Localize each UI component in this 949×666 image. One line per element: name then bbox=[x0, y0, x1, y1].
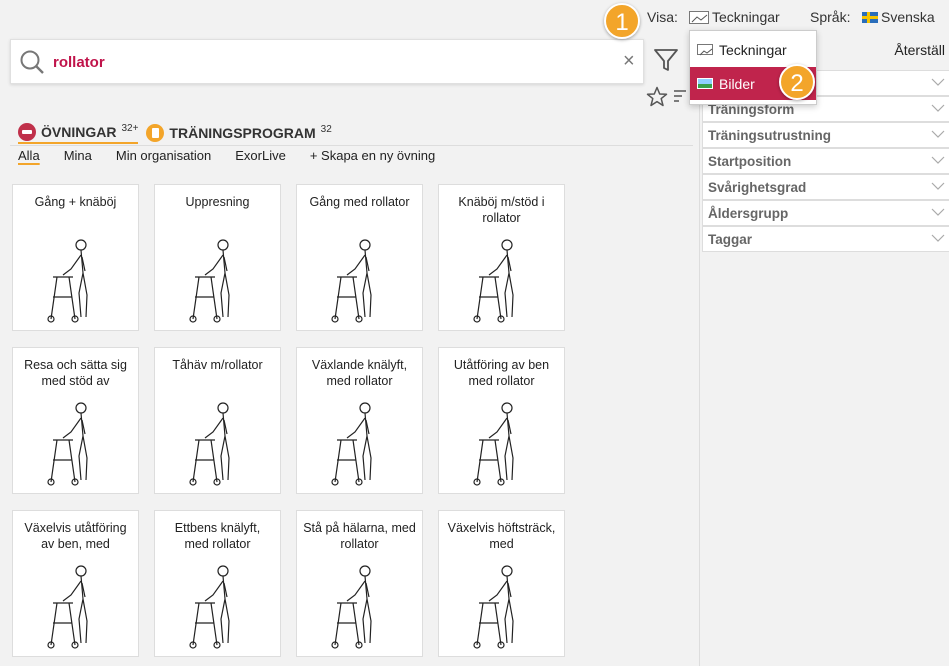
exercise-card-title: Uppresning bbox=[185, 195, 250, 209]
exercise-illustration bbox=[465, 235, 541, 325]
exercise-card[interactable]: Gång + knäböj bbox=[12, 184, 139, 331]
exercise-card-title: Gång + knäböj bbox=[34, 195, 117, 209]
filter-icon[interactable] bbox=[653, 47, 679, 78]
chevron-down-icon bbox=[931, 153, 945, 167]
language-label: Språk: bbox=[810, 9, 851, 25]
exercise-illustration bbox=[323, 398, 399, 488]
exercise-illustration bbox=[465, 561, 541, 651]
favorite-star-icon[interactable] bbox=[646, 86, 668, 113]
category-tabs: ÖVNINGAR 32+ TRÄNINGSPROGRAM 32 bbox=[18, 122, 332, 146]
exercise-card-title: Resa och sätta sig med stöd av bbox=[24, 358, 127, 388]
picture-icon bbox=[697, 78, 713, 89]
reset-filters-button[interactable]: Återställ bbox=[894, 42, 945, 58]
exercise-card[interactable]: Växelvis höftsträck, med bbox=[438, 510, 565, 657]
search-icon[interactable] bbox=[19, 49, 45, 80]
language-selector[interactable]: Svenska bbox=[862, 9, 935, 25]
chevron-down-icon bbox=[931, 205, 945, 219]
exercise-card[interactable]: Växlande knälyft, med rollator bbox=[296, 347, 423, 494]
tab-training-programs[interactable]: TRÄNINGSPROGRAM 32 bbox=[146, 122, 332, 144]
exercise-card[interactable]: Uppresning bbox=[154, 184, 281, 331]
filter-row-label: Träningsutrustning bbox=[708, 128, 831, 143]
tab-training-programs-label: TRÄNINGSPROGRAM bbox=[169, 125, 316, 141]
search-input[interactable] bbox=[53, 50, 613, 74]
exercise-illustration bbox=[181, 561, 257, 651]
view-label: Visa: bbox=[647, 9, 678, 25]
exercise-card[interactable]: Utåtföring av ben med rollator bbox=[438, 347, 565, 494]
exercise-illustration bbox=[181, 398, 257, 488]
drawing-icon bbox=[689, 10, 709, 24]
tab-training-programs-count: 32 bbox=[320, 123, 332, 135]
exercise-card[interactable]: Gång med rollator bbox=[296, 184, 423, 331]
tab-exercises[interactable]: ÖVNINGAR 32+ bbox=[18, 122, 139, 144]
document-icon bbox=[146, 124, 165, 142]
exercise-card-title: Stå på hälarna, med rollator bbox=[303, 521, 416, 551]
exercise-card-title: Växelvis utåtföring av ben, med bbox=[24, 521, 127, 551]
exercise-illustration bbox=[39, 398, 115, 488]
subtab-my-organisation[interactable]: Min organisation bbox=[116, 148, 211, 163]
filter-row-label: Åldersgrupp bbox=[708, 206, 789, 221]
filter-row-label: Startposition bbox=[708, 154, 792, 169]
exercise-card[interactable]: Knäböj m/stöd i rollator bbox=[438, 184, 565, 331]
exercise-card-title: Utåtföring av ben med rollator bbox=[453, 358, 550, 388]
filter-panel: Återställ Träningsform Träningsutrustning… bbox=[699, 34, 949, 666]
subtab-all[interactable]: Alla bbox=[18, 148, 40, 163]
filter-row[interactable]: Svårighetsgrad bbox=[702, 174, 949, 200]
subtab-exorlive[interactable]: ExorLive bbox=[235, 148, 286, 163]
exercise-card-title: Ettbens knälyft, med rollator bbox=[174, 521, 261, 551]
exercise-card[interactable]: Resa och sätta sig med stöd av bbox=[12, 347, 139, 494]
tabs-divider bbox=[10, 145, 693, 146]
view-selector[interactable]: Teckningar bbox=[689, 9, 780, 25]
exercise-illustration bbox=[323, 235, 399, 325]
chevron-down-icon bbox=[931, 127, 945, 141]
subtab-mine[interactable]: Mina bbox=[64, 148, 92, 163]
exercise-grid: Gång + knäböj Uppresning Gång med rollator… bbox=[12, 184, 565, 657]
exercise-card-title: Knäböj m/stöd i rollator bbox=[458, 195, 545, 225]
chevron-down-icon bbox=[931, 179, 945, 193]
chevron-down-icon bbox=[931, 231, 945, 245]
exercise-card[interactable]: Stå på hälarna, med rollator bbox=[296, 510, 423, 657]
step-badge-1: 1 bbox=[604, 3, 640, 39]
exercise-card-title: Tåhäv m/rollator bbox=[172, 358, 263, 372]
swedish-flag-icon bbox=[862, 11, 878, 23]
clear-icon[interactable]: × bbox=[623, 50, 635, 73]
view-selector-value: Teckningar bbox=[712, 9, 780, 25]
dumbbell-icon bbox=[18, 123, 36, 141]
language-selector-value: Svenska bbox=[881, 9, 935, 25]
exercise-illustration bbox=[39, 561, 115, 651]
exercise-illustration bbox=[181, 235, 257, 325]
filter-row[interactable]: Taggar bbox=[702, 226, 949, 252]
drawing-icon bbox=[697, 44, 713, 56]
chevron-down-icon bbox=[931, 75, 945, 89]
create-exercise-link[interactable]: + Skapa en ny övning bbox=[310, 148, 435, 163]
exercise-card-title: Växlande knälyft, med rollator bbox=[311, 358, 408, 388]
exercise-illustration bbox=[323, 561, 399, 651]
exercise-illustration bbox=[39, 235, 115, 325]
exercise-illustration bbox=[465, 398, 541, 488]
filter-row[interactable]: Startposition bbox=[702, 148, 949, 174]
exercise-card-title: Växelvis höftsträck, med bbox=[447, 521, 556, 551]
top-bar: Visa: Teckningar Språk: Svenska bbox=[0, 0, 949, 34]
source-subtabs: Alla Mina Min organisation ExorLive + Sk… bbox=[18, 148, 459, 163]
tab-exercises-label: ÖVNINGAR bbox=[41, 124, 117, 140]
step-badge-2: 2 bbox=[779, 64, 815, 100]
filter-row[interactable]: Träningsutrustning bbox=[702, 122, 949, 148]
filter-row-label: Svårighetsgrad bbox=[708, 180, 807, 195]
view-option-pictures-label: Bilder bbox=[719, 75, 755, 92]
tab-exercises-count: 32+ bbox=[121, 122, 139, 134]
search-bar: × bbox=[10, 39, 644, 84]
exercise-card[interactable]: Växelvis utåtföring av ben, med bbox=[12, 510, 139, 657]
view-option-drawings-label: Teckningar bbox=[719, 41, 787, 58]
chevron-down-icon bbox=[931, 101, 945, 115]
exercise-card[interactable]: Ettbens knälyft, med rollator bbox=[154, 510, 281, 657]
filter-row[interactable]: Åldersgrupp bbox=[702, 200, 949, 226]
filter-row-label: Taggar bbox=[708, 232, 753, 247]
exercise-card[interactable]: Tåhäv m/rollator bbox=[154, 347, 281, 494]
exercise-card-title: Gång med rollator bbox=[309, 195, 410, 209]
view-option-drawings[interactable]: Teckningar bbox=[690, 33, 816, 66]
